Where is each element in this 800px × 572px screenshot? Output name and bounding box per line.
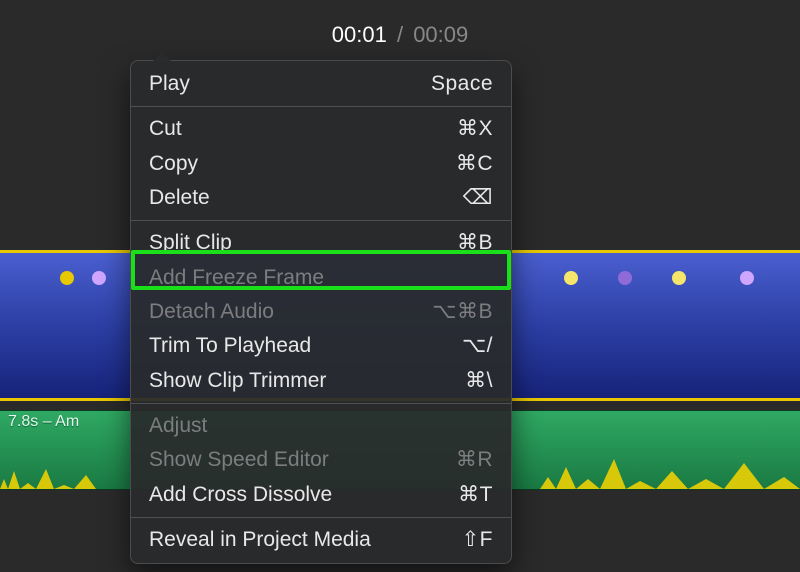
menu-item-label: Copy: [149, 150, 198, 178]
menu-item-label: Add Cross Dissolve: [149, 481, 332, 509]
menu-item-shortcut: ⌘X: [457, 115, 493, 143]
imovie-window: 00:01 / 00:09 7.8s – Am Play Space Cut ⌘…: [0, 0, 800, 572]
menu-item-label: Delete: [149, 184, 210, 212]
menu-item-shortcut: Space: [431, 70, 493, 98]
menu-item-label: Adjust: [149, 412, 207, 440]
clip-thumbnail-icon: [618, 271, 632, 285]
menu-item-label: Show Clip Trimmer: [149, 367, 326, 395]
timecode-display: 00:01 / 00:09: [0, 22, 800, 48]
menu-separator: [131, 220, 511, 221]
menu-item-shortcut: ⌥⌘B: [432, 298, 493, 326]
menu-item-label: Add Freeze Frame: [149, 264, 324, 292]
menu-item-shortcut: ⌥/: [462, 332, 493, 360]
timecode-duration: 00:09: [413, 22, 468, 47]
menu-arrow-icon: [153, 52, 171, 61]
clip-thumbnail-icon: [672, 271, 686, 285]
menu-item-label: Show Speed Editor: [149, 446, 329, 474]
clip-thumbnail-icon: [740, 271, 754, 285]
menu-item-play[interactable]: Play Space: [131, 67, 511, 101]
clip-thumbnail-icon: [60, 271, 74, 285]
delete-key-icon: ⌫: [463, 184, 493, 212]
clip-thumbnail-icon: [92, 271, 106, 285]
menu-item-cut[interactable]: Cut ⌘X: [131, 112, 511, 146]
audio-clip-label: 7.8s – Am: [8, 413, 79, 431]
menu-item-shortcut: ⌘B: [457, 229, 493, 257]
menu-separator: [131, 106, 511, 107]
timecode-separator: /: [397, 22, 403, 47]
menu-item-add-freeze-frame: Add Freeze Frame: [131, 261, 511, 295]
menu-item-shortcut: ⌘C: [456, 150, 493, 178]
menu-item-label: Split Clip: [149, 229, 232, 257]
menu-item-split-clip[interactable]: Split Clip ⌘B: [131, 226, 511, 260]
menu-item-reveal-in-project-media[interactable]: Reveal in Project Media ⇧F: [131, 523, 511, 557]
menu-separator: [131, 517, 511, 518]
clip-thumbnail-icon: [564, 271, 578, 285]
menu-item-label: Reveal in Project Media: [149, 526, 371, 554]
menu-item-label: Play: [149, 70, 190, 98]
menu-item-show-clip-trimmer[interactable]: Show Clip Trimmer ⌘\: [131, 364, 511, 398]
menu-item-shortcut: ⌘\: [465, 367, 493, 395]
menu-separator: [131, 403, 511, 404]
menu-item-copy[interactable]: Copy ⌘C: [131, 147, 511, 181]
context-menu: Play Space Cut ⌘X Copy ⌘C Delete ⌫ Split…: [130, 60, 512, 564]
menu-item-label: Detach Audio: [149, 298, 274, 326]
menu-item-shortcut: ⌘R: [456, 446, 493, 474]
menu-item-add-cross-dissolve[interactable]: Add Cross Dissolve ⌘T: [131, 478, 511, 512]
menu-item-adjust: Adjust: [131, 409, 511, 443]
menu-item-trim-to-playhead[interactable]: Trim To Playhead ⌥/: [131, 329, 511, 363]
menu-item-detach-audio: Detach Audio ⌥⌘B: [131, 295, 511, 329]
menu-item-label: Cut: [149, 115, 182, 143]
menu-item-delete[interactable]: Delete ⌫: [131, 181, 511, 215]
menu-item-label: Trim To Playhead: [149, 332, 311, 360]
menu-item-shortcut: ⌘T: [458, 481, 493, 509]
menu-item-shortcut: ⇧F: [462, 526, 493, 554]
menu-item-show-speed-editor: Show Speed Editor ⌘R: [131, 443, 511, 477]
timecode-current: 00:01: [332, 22, 387, 47]
